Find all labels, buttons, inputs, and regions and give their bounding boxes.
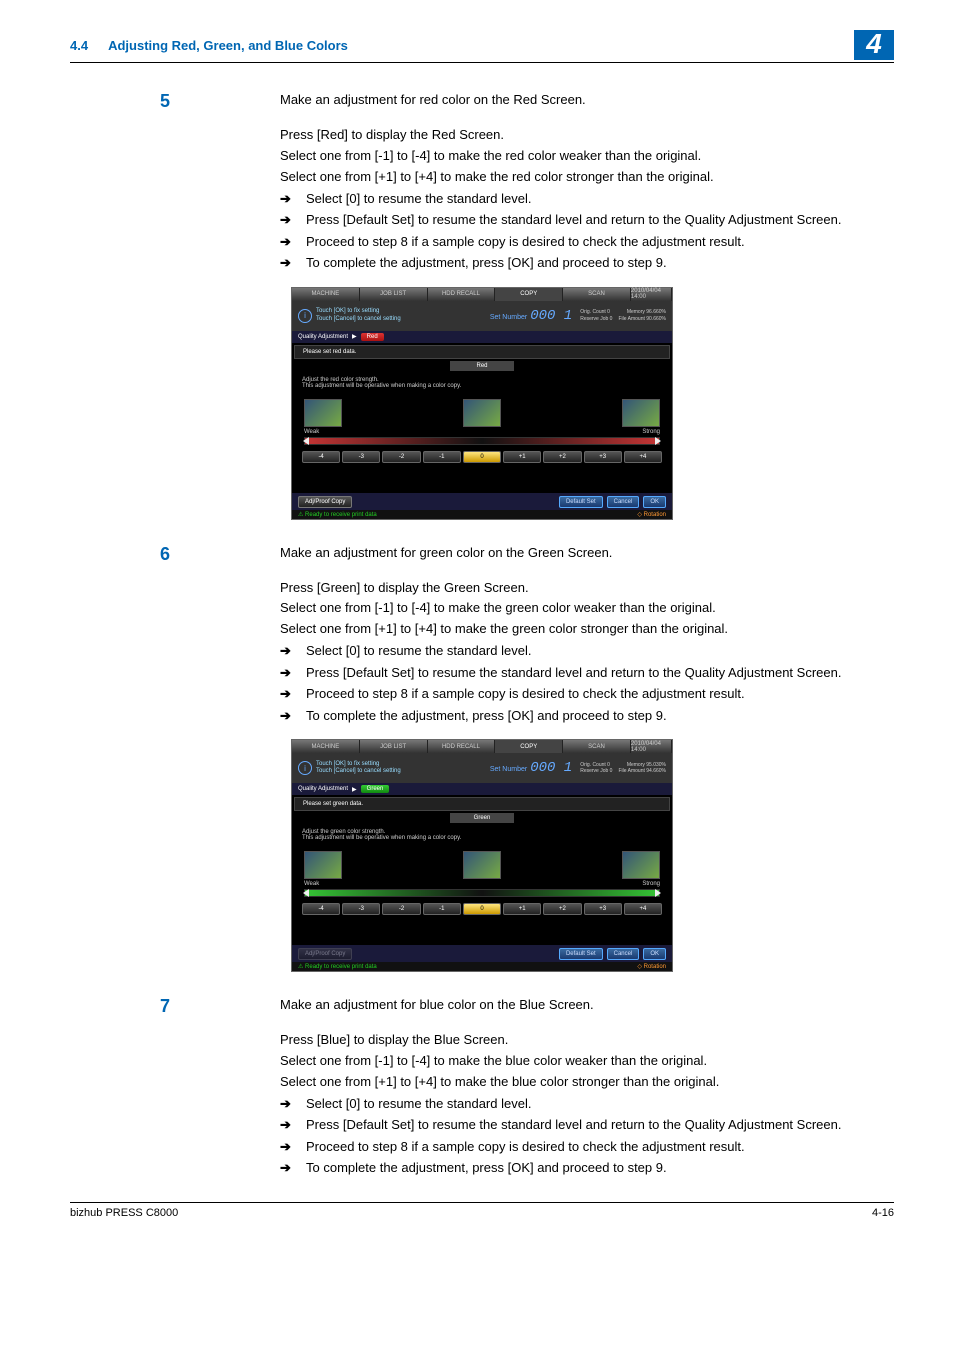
level-button[interactable]: -3	[342, 451, 380, 463]
app-tab[interactable]: SCAN	[563, 288, 631, 301]
instruction-line: Select one from [-1] to [-4] to make the…	[280, 1052, 894, 1071]
instruction-line: Select one from [+1] to [+4] to make the…	[280, 1073, 894, 1092]
step-number: 6	[70, 544, 280, 565]
arrow-text: Select [0] to resume the standard level.	[306, 1094, 894, 1114]
arrow-icon: ➔	[280, 232, 306, 252]
app-tab[interactable]: COPY	[495, 288, 563, 301]
level-button[interactable]: +1	[503, 451, 541, 463]
app-tab[interactable]: JOB LIST	[360, 288, 428, 301]
app-tab[interactable]: COPY	[495, 740, 563, 753]
section-number: 4.4	[70, 38, 88, 53]
step-number: 7	[70, 996, 280, 1017]
color-chip[interactable]: Red	[361, 333, 384, 341]
cancel-button[interactable]: Cancel	[607, 496, 640, 508]
step-intro: Make an adjustment for blue color on the…	[280, 996, 894, 1017]
arrow-text: Proceed to step 8 if a sample copy is de…	[306, 232, 894, 252]
arrow-text: To complete the adjustment, press [OK] a…	[306, 253, 894, 273]
arrow-icon: ➔	[280, 1094, 306, 1114]
level-button[interactable]: -4	[302, 903, 340, 915]
app-tab[interactable]: MACHINE	[292, 740, 360, 753]
arrow-text: Press [Default Set] to resume the standa…	[306, 210, 894, 230]
arrow-icon: ➔	[280, 1137, 306, 1157]
arrow-icon: ➔	[280, 706, 306, 726]
arrow-text: To complete the adjustment, press [OK] a…	[306, 706, 894, 726]
level-button[interactable]: -1	[423, 451, 461, 463]
app-tab[interactable]: MACHINE	[292, 288, 360, 301]
arrow-icon: ➔	[280, 210, 306, 230]
arrow-text: Select [0] to resume the standard level.	[306, 189, 894, 209]
instruction-line: Press [Red] to display the Red Screen.	[280, 126, 894, 145]
arrow-icon: ➔	[280, 1115, 306, 1135]
app-tab[interactable]: HDD RECALL	[428, 740, 496, 753]
instruction-line: Select one from [-1] to [-4] to make the…	[280, 147, 894, 166]
step-intro: Make an adjustment for red color on the …	[280, 91, 894, 112]
proof-copy-button[interactable]: Adj/Proof Copy	[298, 496, 352, 508]
instruction-line: Select one from [-1] to [-4] to make the…	[280, 599, 894, 618]
arrow-icon: ➔	[280, 641, 306, 661]
arrow-text: Press [Default Set] to resume the standa…	[306, 663, 894, 683]
device-screen: MACHINEJOB LISTHDD RECALLCOPYSCAN2010/04…	[291, 739, 673, 972]
app-tab[interactable]: HDD RECALL	[428, 288, 496, 301]
step-intro: Make an adjustment for green color on th…	[280, 544, 894, 565]
arrow-icon: ➔	[280, 189, 306, 209]
info-icon: i	[298, 761, 312, 775]
default-set-button[interactable]: Default Set	[559, 948, 603, 960]
page-header: 4.4 Adjusting Red, Green, and Blue Color…	[70, 30, 894, 63]
arrow-text: Proceed to step 8 if a sample copy is de…	[306, 684, 894, 704]
cancel-button[interactable]: Cancel	[607, 948, 640, 960]
instruction-line: Select one from [+1] to [+4] to make the…	[280, 168, 894, 187]
level-button[interactable]: +2	[543, 903, 581, 915]
app-tab[interactable]: JOB LIST	[360, 740, 428, 753]
product-name: bizhub PRESS C8000	[70, 1207, 178, 1219]
instruction-line: Press [Blue] to display the Blue Screen.	[280, 1031, 894, 1050]
level-button[interactable]: +2	[543, 451, 581, 463]
level-button[interactable]: +4	[624, 451, 662, 463]
arrow-text: Select [0] to resume the standard level.	[306, 641, 894, 661]
instruction-line: Press [Green] to display the Green Scree…	[280, 579, 894, 598]
arrow-icon: ➔	[280, 663, 306, 683]
step-number: 5	[70, 91, 280, 112]
color-chip[interactable]: Green	[361, 785, 390, 793]
arrow-text: Press [Default Set] to resume the standa…	[306, 1115, 894, 1135]
level-button[interactable]: -3	[342, 903, 380, 915]
section-title: Adjusting Red, Green, and Blue Colors	[108, 38, 348, 53]
ok-button[interactable]: OK	[643, 496, 666, 508]
level-button[interactable]: -2	[382, 451, 420, 463]
app-tab[interactable]: SCAN	[563, 740, 631, 753]
page-footer: bizhub PRESS C8000 4-16	[70, 1202, 894, 1219]
level-button[interactable]: 0	[463, 903, 501, 915]
level-button[interactable]: +3	[584, 451, 622, 463]
page-number: 4-16	[872, 1207, 894, 1219]
level-button[interactable]: -4	[302, 451, 340, 463]
chapter-badge: 4	[854, 30, 894, 60]
device-screen: MACHINEJOB LISTHDD RECALLCOPYSCAN2010/04…	[291, 287, 673, 520]
level-button[interactable]: +3	[584, 903, 622, 915]
level-button[interactable]: +4	[624, 903, 662, 915]
instruction-line: Select one from [+1] to [+4] to make the…	[280, 620, 894, 639]
arrow-text: To complete the adjustment, press [OK] a…	[306, 1158, 894, 1178]
ok-button[interactable]: OK	[643, 948, 666, 960]
level-button[interactable]: 0	[463, 451, 501, 463]
arrow-icon: ➔	[280, 253, 306, 273]
proof-copy-button[interactable]: Adj/Proof Copy	[298, 948, 352, 960]
info-icon: i	[298, 309, 312, 323]
arrow-icon: ➔	[280, 684, 306, 704]
level-button[interactable]: -2	[382, 903, 420, 915]
level-button[interactable]: +1	[503, 903, 541, 915]
arrow-text: Proceed to step 8 if a sample copy is de…	[306, 1137, 894, 1157]
arrow-icon: ➔	[280, 1158, 306, 1178]
default-set-button[interactable]: Default Set	[559, 496, 603, 508]
level-button[interactable]: -1	[423, 903, 461, 915]
